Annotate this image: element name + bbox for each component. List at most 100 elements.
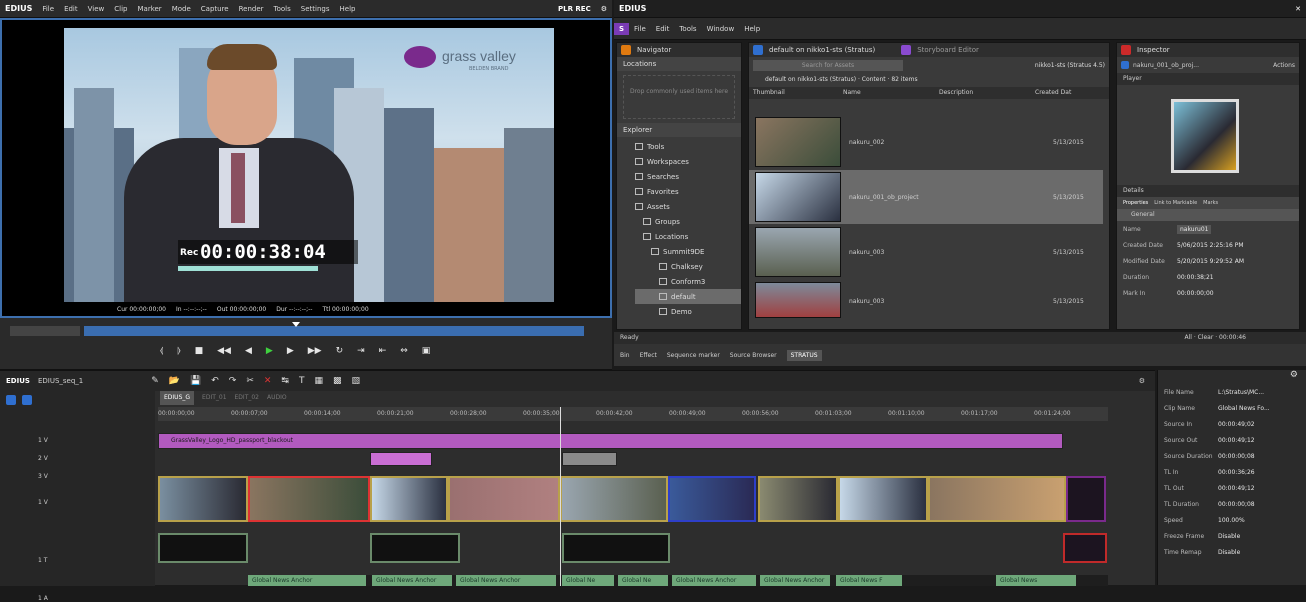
content-tab[interactable]: default on nikko1-sts (Stratus) xyxy=(769,46,875,54)
actions-button[interactable]: Actions xyxy=(1273,62,1295,69)
col-name[interactable]: Name xyxy=(843,87,939,99)
play-icon[interactable]: ▶ xyxy=(266,346,273,356)
undo-icon[interactable]: ↶ xyxy=(211,376,219,386)
inspector-asset-name[interactable]: nakuru_001_ob_proj... xyxy=(1133,62,1199,69)
redo-icon[interactable]: ↷ xyxy=(229,376,237,386)
tab-bin[interactable]: Bin xyxy=(620,352,630,359)
fast-forward-icon[interactable]: ▶▶ xyxy=(308,346,322,356)
match-frame-icon[interactable]: ⇔ xyxy=(400,346,408,356)
tab-source-browser[interactable]: Source Browser xyxy=(730,352,777,359)
text-icon[interactable]: T xyxy=(299,376,305,386)
cut-icon[interactable]: ✂ xyxy=(246,376,254,386)
timeline-settings-icon[interactable]: ⚙ xyxy=(1139,377,1145,385)
col-description[interactable]: Description xyxy=(939,87,1035,99)
menu-view[interactable]: View xyxy=(83,5,110,13)
storyboard-tab[interactable]: Storyboard Editor xyxy=(917,46,979,54)
asset-search-input[interactable]: Search for Assets xyxy=(753,59,903,71)
playhead-icon[interactable] xyxy=(292,322,300,327)
timeline-playhead[interactable] xyxy=(560,407,561,586)
menu-edit[interactable]: Edit xyxy=(59,5,83,13)
track-label[interactable]: 1 V xyxy=(38,437,48,444)
overlay-clip[interactable] xyxy=(562,452,617,466)
render-icon[interactable]: ▩ xyxy=(333,376,342,386)
track-label[interactable]: 3 V xyxy=(38,473,48,480)
video-clip[interactable] xyxy=(758,476,838,522)
name-field[interactable]: nakuru01 xyxy=(1177,224,1212,234)
col-created[interactable]: Created Dat xyxy=(1035,87,1071,99)
text-clip[interactable] xyxy=(158,533,248,563)
player-preview[interactable] xyxy=(1171,99,1239,173)
step-forward-icon[interactable]: ▶ xyxy=(287,346,294,356)
audio-clip[interactable]: Global News F xyxy=(836,575,902,586)
menu-render[interactable]: Render xyxy=(234,5,269,13)
ripple-icon[interactable]: ↹ xyxy=(281,376,289,386)
text-clip[interactable] xyxy=(1063,533,1107,563)
menu-marker[interactable]: Marker xyxy=(132,5,166,13)
save-icon[interactable]: 💾 xyxy=(190,376,201,386)
menu-file[interactable]: File xyxy=(37,5,59,13)
tree-item[interactable]: Demo xyxy=(635,304,741,319)
close-icon[interactable]: ✕ xyxy=(1290,5,1306,13)
tree-item[interactable]: Summit9DE xyxy=(635,244,741,259)
tab-stratus[interactable]: STRATUS xyxy=(786,349,822,361)
step-back-icon[interactable]: ◀ xyxy=(245,346,252,356)
seq-tab[interactable]: EDIT_01 xyxy=(202,391,226,405)
menu-capture[interactable]: Capture xyxy=(196,5,234,13)
tree-item[interactable]: Workspaces xyxy=(635,154,741,169)
overlay-clip[interactable] xyxy=(370,452,432,466)
video-clip[interactable] xyxy=(448,476,560,522)
stop-icon[interactable]: ■ xyxy=(195,346,204,356)
video-clip[interactable] xyxy=(928,476,1066,522)
explorer-header[interactable]: Explorer xyxy=(617,123,741,137)
title-track-clip[interactable]: GrassValley_Logo_HD_passport_blackout xyxy=(158,433,1063,449)
player-scrubber[interactable] xyxy=(84,326,584,336)
loop-icon[interactable]: ↻ xyxy=(336,346,344,356)
tree-item[interactable]: Searches xyxy=(635,169,741,184)
tab-marks[interactable]: Marks xyxy=(1203,197,1218,209)
track-label[interactable]: 2 V xyxy=(38,455,48,462)
rewind-icon[interactable]: ◀◀ xyxy=(217,346,231,356)
audio-clip[interactable]: Global Ne xyxy=(618,575,668,586)
content-row[interactable]: nakuru_003 5/13/2015 xyxy=(749,225,1103,279)
project-name[interactable]: EDIUS_seq_1 xyxy=(38,377,83,385)
menu-help[interactable]: Help xyxy=(335,5,361,13)
tab-link[interactable]: Link to Markiable xyxy=(1154,197,1197,209)
track-label[interactable]: 1 V xyxy=(38,499,48,506)
timeline-ruler[interactable]: 00:00:00;00 00:00:07;00 00:00:14;00 00:00:2… xyxy=(158,407,1108,421)
tree-item[interactable]: Tools xyxy=(635,139,741,154)
settings-icon[interactable]: ⚙ xyxy=(596,5,612,13)
strata-menu-tools[interactable]: Tools xyxy=(674,25,701,33)
export-icon[interactable]: ▣ xyxy=(422,346,431,356)
insert-icon[interactable]: ⇥ xyxy=(357,346,365,356)
text-clip[interactable] xyxy=(370,533,460,563)
audio-clip[interactable]: Global News Anchor xyxy=(456,575,556,586)
set-in-button[interactable]: ⦉ xyxy=(160,346,163,356)
sync-toggle-icon[interactable] xyxy=(6,395,16,405)
content-row[interactable]: nakuru_003 5/13/2015 xyxy=(749,280,1103,320)
general-group[interactable]: General xyxy=(1117,209,1299,221)
content-row[interactable]: nakuru_002 5/13/2015 xyxy=(749,115,1103,169)
tab-effect[interactable]: Effect xyxy=(640,352,657,359)
location-selector[interactable]: nikko1-sts (Stratus 4.5) xyxy=(1035,62,1105,69)
overwrite-icon[interactable]: ⇤ xyxy=(379,346,387,356)
seq-tab[interactable]: EDIUS_G xyxy=(160,391,195,405)
text-clip[interactable] xyxy=(562,533,670,563)
tab-properties[interactable]: Properties xyxy=(1123,197,1148,209)
menu-tools[interactable]: Tools xyxy=(269,5,296,13)
content-row-selected[interactable]: nakuru_001_ob_project 5/13/2015 xyxy=(749,170,1103,224)
track-label[interactable]: 1 A xyxy=(38,595,48,602)
tree-item[interactable]: Groups xyxy=(635,214,741,229)
open-icon[interactable]: 📂 xyxy=(169,376,180,386)
menu-clip[interactable]: Clip xyxy=(109,5,132,13)
player-status[interactable]: PLR REC xyxy=(553,5,596,13)
delete-icon[interactable]: ✕ xyxy=(264,376,272,386)
menu-mode[interactable]: Mode xyxy=(167,5,196,13)
menu-settings[interactable]: Settings xyxy=(296,5,335,13)
video-clip[interactable] xyxy=(158,476,248,522)
snap-icon[interactable]: ▦ xyxy=(314,376,323,386)
col-thumbnail[interactable]: Thumbnail xyxy=(749,87,843,99)
strata-menu-edit[interactable]: Edit xyxy=(651,25,675,33)
video-clip[interactable] xyxy=(248,476,370,522)
audio-clip[interactable]: Global News xyxy=(996,575,1076,586)
video-clip[interactable] xyxy=(560,476,668,522)
